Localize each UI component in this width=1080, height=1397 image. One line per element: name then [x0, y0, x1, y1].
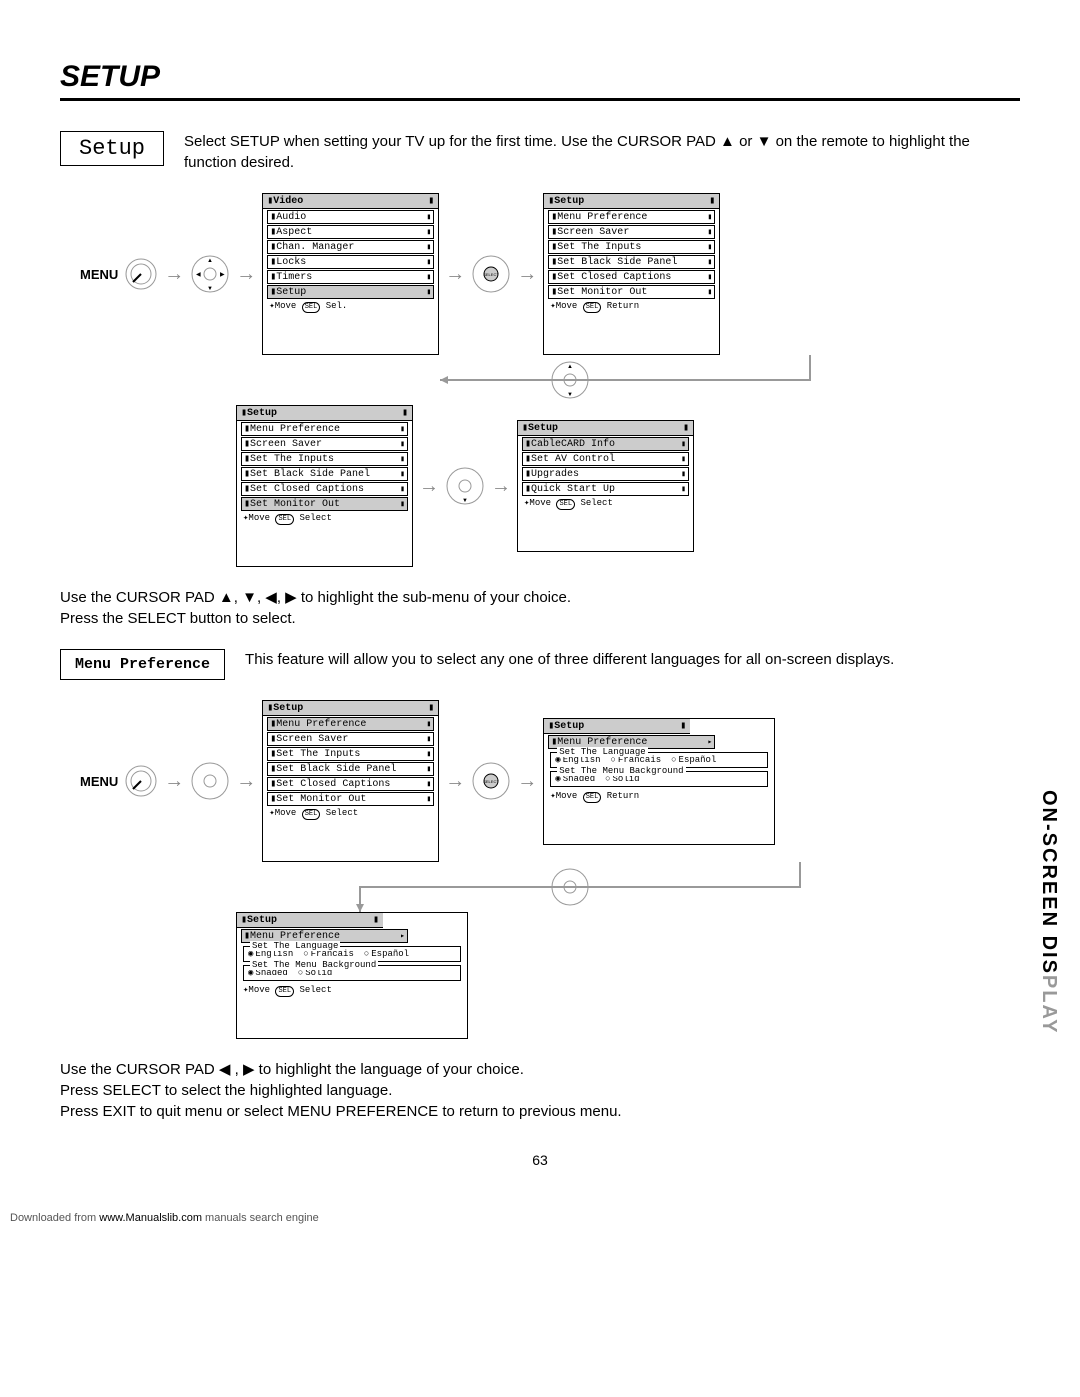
osd-main-menu: ▮Video▮▮Audio▮▮Aspect▮▮Chan. Manager▮▮Lo… — [262, 193, 439, 355]
arrow-right-icon: → — [236, 770, 256, 793]
arrow-right-icon: → — [445, 770, 465, 793]
svg-text:▶: ▶ — [220, 272, 225, 278]
osd-lang-menu-2: ▮Setup▮▮Menu Preference▸Set The Language… — [236, 912, 468, 1039]
setup-instructions: Use the CURSOR PAD ▲, ▼, ◀, ▶ to highlig… — [60, 587, 1020, 629]
menu-label: MENU — [80, 774, 118, 789]
svg-text:▼: ▼ — [462, 498, 468, 504]
menupref-instructions: Use the CURSOR PAD ◀ , ▶ to highlight th… — [60, 1059, 1020, 1122]
arrow-right-icon: → — [164, 263, 184, 286]
svg-text:SELECT: SELECT — [484, 779, 500, 784]
footer: Downloaded from www.Manualslib.com manua… — [0, 1208, 1080, 1228]
knob-icon — [124, 764, 158, 798]
side-tab: ON-SCREEN DISPLAY — [1037, 790, 1060, 1034]
svg-text:▲: ▲ — [567, 364, 573, 370]
arrow-right-icon: → — [164, 770, 184, 793]
dpad-icon: ▼ — [445, 466, 485, 506]
osd-setup-menu-1: ▮Setup▮▮Menu Preference▮▮Screen Saver▮▮S… — [543, 193, 720, 355]
osd-menupref-a: ▮Setup▮▮Menu Preference▮▮Screen Saver▮▮S… — [262, 700, 439, 862]
arrow-right-icon: → — [445, 263, 465, 286]
osd-setup-menu-2: ▮Setup▮▮Menu Preference▮▮Screen Saver▮▮S… — [236, 405, 413, 567]
dpad-icon: ▲ ▼ ◀ ▶ — [190, 254, 230, 294]
arrow-right-icon: → — [419, 475, 439, 498]
arrow-right-icon: → — [236, 263, 256, 286]
dpad-icon — [550, 867, 590, 907]
dpad-icon — [190, 761, 230, 801]
arrow-right-icon: → — [517, 770, 537, 793]
osd-lang-menu: ▮Setup▮▮Menu Preference▸Set The Language… — [543, 718, 775, 845]
page-number: 63 — [60, 1152, 1020, 1168]
svg-text:▲: ▲ — [207, 258, 213, 264]
dpad-icon: ▲▼ — [550, 360, 590, 400]
arrow-right-icon: → — [491, 475, 511, 498]
menu-pref-description: This feature will allow you to select an… — [245, 649, 1020, 670]
knob-icon — [124, 257, 158, 291]
svg-text:▼: ▼ — [207, 286, 213, 292]
osd-setup-menu-3: ▮Setup▮▮CableCARD Info▮▮Set AV Control▮▮… — [517, 420, 694, 552]
footer-link[interactable]: www.Manualslib.com — [99, 1212, 202, 1224]
dpad-select-icon: SELECT — [471, 254, 511, 294]
page-heading: SETUP — [60, 60, 1020, 101]
menu-label: MENU — [80, 267, 118, 282]
setup-box: Setup — [60, 131, 164, 166]
svg-text:◀: ◀ — [196, 272, 201, 278]
arrow-right-icon: → — [517, 263, 537, 286]
setup-description: Select SETUP when setting your TV up for… — [184, 131, 1020, 173]
svg-text:▼: ▼ — [567, 392, 573, 398]
menu-pref-box: Menu Preference — [60, 649, 225, 680]
svg-text:SELECT: SELECT — [484, 272, 500, 277]
dpad-select-icon: SELECT — [471, 761, 511, 801]
